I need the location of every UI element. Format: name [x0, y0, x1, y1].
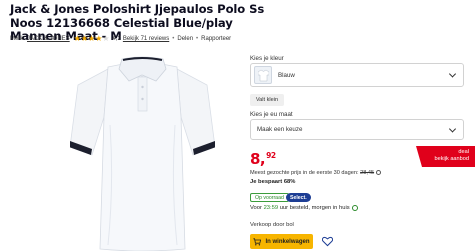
delivery-suffix: uur besteld, morgen in huis — [279, 205, 350, 211]
chevron-down-icon — [448, 124, 457, 133]
delivery-promise: Voor 23:59 uur besteld, morgen in huis — [250, 205, 358, 211]
star-icon: ★ — [102, 34, 110, 43]
brand-label: Merk: — [10, 36, 25, 42]
price-main: 8, — [250, 150, 266, 168]
size-label: Kies je eu maat — [250, 111, 293, 118]
heart-icon[interactable] — [322, 236, 333, 247]
star-icon: ★ — [80, 34, 89, 43]
savings-text: Je bespaart 68% — [250, 179, 296, 185]
cart-icon — [253, 237, 262, 246]
report-link[interactable]: Rapporteer — [201, 36, 231, 42]
star-icon: ★ — [73, 34, 81, 43]
color-value: Blauw — [278, 71, 295, 79]
color-select[interactable]: Blauw — [250, 63, 464, 87]
deal-banner[interactable]: deal bekijk aanbod — [416, 146, 475, 167]
price-cents: 92 — [266, 151, 276, 160]
reference-price-value: 28,45 — [360, 170, 375, 176]
info-icon[interactable] — [376, 170, 382, 175]
rating-value: 4,2 — [112, 36, 121, 42]
price: 8,92 — [250, 150, 276, 168]
separator-dot: • — [196, 36, 199, 42]
size-select[interactable]: Maak een keuze — [250, 119, 464, 140]
delivery-time: 23:59 — [263, 205, 279, 211]
reference-price: Meest gezochte prijs in de eerste 30 dag… — [250, 170, 382, 176]
reviews-link[interactable]: Bekijk 71 reviews — [123, 36, 169, 42]
color-label: Kies je kleur — [250, 55, 284, 62]
product-image[interactable] — [70, 55, 215, 251]
chevron-down-icon — [448, 70, 457, 78]
product-meta-row: Merk: JACK & JONES ★ ★ ★ ★ ★ 4,2 Bekijk 71 r… — [10, 35, 231, 43]
star-icon: ★ — [95, 34, 103, 43]
seller-info: Verkoop door bol — [250, 222, 294, 228]
buy-block: Kies je kleur Blauw Valt klein Kies je e… — [250, 0, 475, 251]
rating-stars[interactable]: ★ ★ ★ ★ ★ — [74, 35, 110, 43]
share-link[interactable]: Delen — [177, 36, 193, 42]
stock-badge: Op voorraad — [250, 193, 289, 202]
add-to-cart-button[interactable]: In winkelwagen — [250, 234, 313, 249]
add-to-cart-label: In winkelwagen — [265, 238, 310, 245]
star-icon: ★ — [88, 34, 96, 43]
brand-link[interactable]: JACK & JONES — [27, 36, 70, 42]
check-circle-icon[interactable] — [351, 205, 358, 211]
deal-link: bekijk aanbod — [434, 156, 469, 162]
size-placeholder: Maak een keuze — [257, 126, 303, 133]
reference-price-text: Meest gezochte prijs in de eerste 30 dag… — [250, 170, 359, 176]
shirt-thumb-icon — [257, 69, 269, 81]
delivery-prefix: Voor — [250, 205, 262, 211]
size-chart-button[interactable]: Valt klein — [250, 94, 284, 106]
select-badge[interactable]: Select. — [286, 193, 311, 202]
separator-dot: • — [172, 36, 175, 42]
deal-title: deal — [458, 149, 469, 155]
color-thumbnail — [254, 66, 272, 84]
